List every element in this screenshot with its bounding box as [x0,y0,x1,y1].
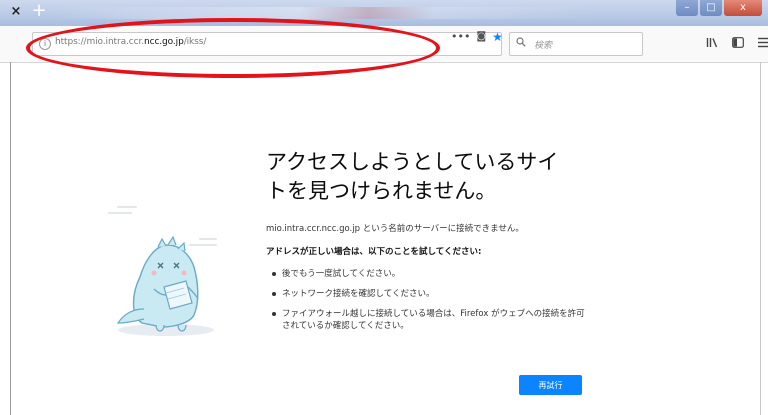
bullet-icon [272,312,276,316]
search-bar[interactable]: 検索 [509,32,643,56]
suggestion-item: 後でもう一度試してください。 [270,268,590,280]
blurred-tab-title [56,7,596,19]
close-window-button[interactable]: x [724,0,762,16]
menu-icon[interactable] [758,37,768,52]
new-tab-button[interactable]: + [30,1,48,21]
bullet-icon [272,292,276,296]
minimize-button[interactable]: – [676,0,698,16]
suggestion-list: 後でもう一度試してください。 ネットワーク接続を確認してください。 ファイアウォ… [270,268,590,340]
tab-strip: × + – □ x [0,0,768,26]
search-icon [516,37,526,50]
error-description: mio.intra.ccr.ncc.go.jp という名前のサーバーに接続できま… [266,224,524,234]
maximize-button[interactable]: □ [700,0,722,16]
dinosaur-illustration [104,205,234,349]
sidebar-icon[interactable] [732,37,744,52]
suggestion-item: ファイアウォール越しに接続している場合は、Firefox がウェブへの接続を許可… [270,308,590,332]
page-actions: ••• ◙ ★ [445,30,503,44]
search-placeholder: 検索 [534,41,553,51]
annotation-circle [26,18,440,78]
retry-button[interactable]: 再試行 [519,375,582,395]
bookmark-star-icon[interactable]: ★ [492,30,503,44]
error-subheading: アドレスが正しい場合は、以下のことを試してください: [266,247,482,257]
close-tab-icon[interactable]: × [9,5,23,19]
error-title-line-2: トを見つけられません。 [266,179,497,203]
library-icon[interactable] [706,37,718,52]
window-border-right [760,62,761,415]
page-actions-menu-icon[interactable]: ••• [451,30,470,44]
toolbar-icons [706,37,768,52]
suggestion-text: ネットワーク接続を確認してください。 [282,289,435,299]
window-border-left [10,62,11,415]
suggestion-text: ファイアウォール越しに接続している場合は、Firefox がウェブへの接続を許可… [282,309,585,331]
error-title: アクセスしようとしているサイ トを見つけられません。 [266,148,606,206]
error-title-line-1: アクセスしようとしているサイ [266,150,559,174]
suggestion-item: ネットワーク接続を確認してください。 [270,288,590,300]
window-controls: – □ x [674,0,762,16]
pocket-icon[interactable]: ◙ [476,30,486,44]
bullet-icon [272,272,276,276]
suggestion-text: 後でもう一度試してください。 [282,269,401,279]
